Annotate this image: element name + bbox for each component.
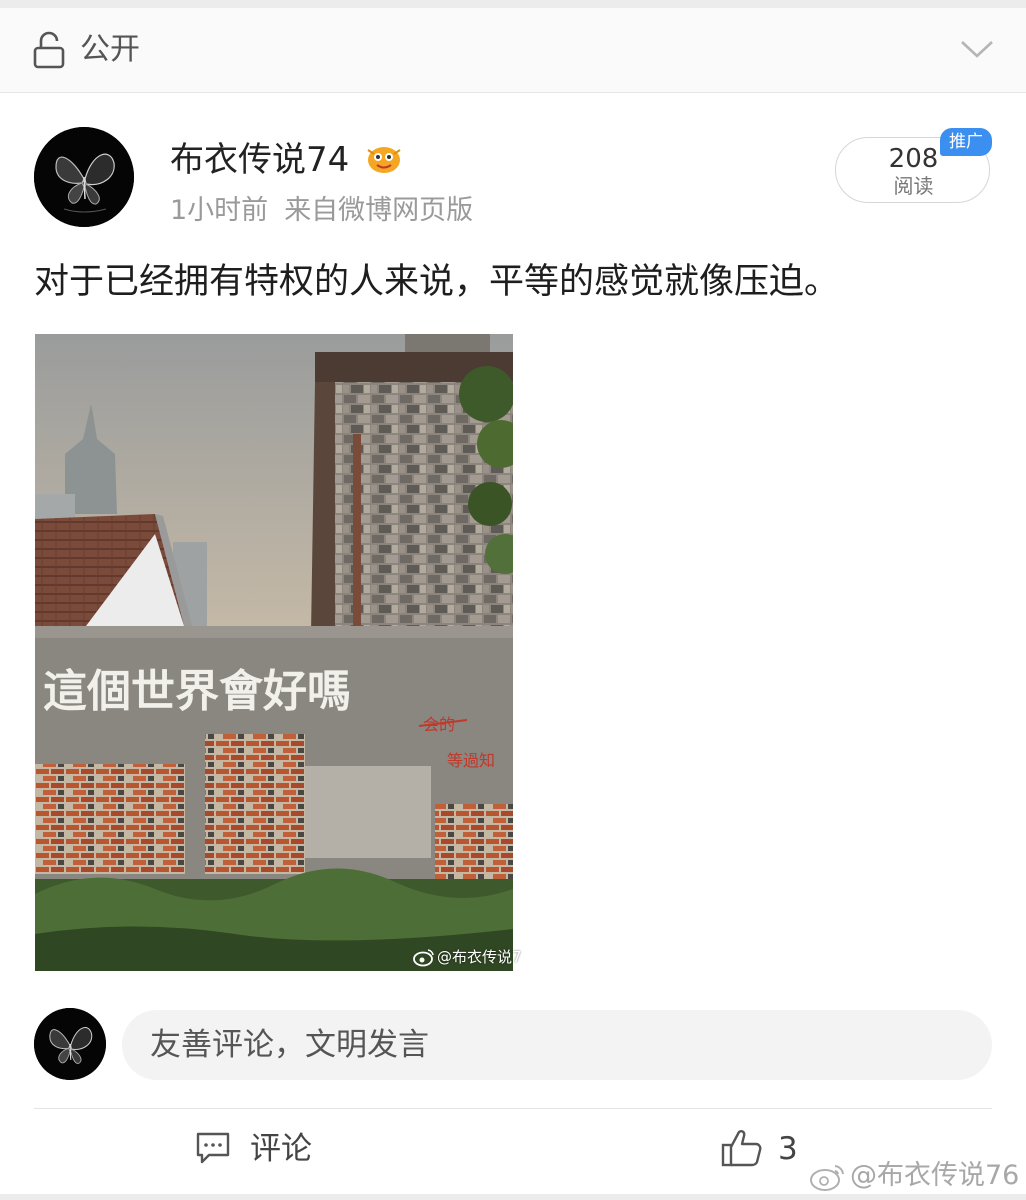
- like-button[interactable]: 3: [720, 1125, 810, 1175]
- post-meta: 1小时前 来自微博网页版: [170, 193, 473, 229]
- comment-icon: [196, 1132, 230, 1164]
- photo-scene: 這個世界會好嗎 会的 等過知: [35, 334, 513, 971]
- visibility-label: 公开: [80, 32, 140, 67]
- author-avatar[interactable]: [34, 127, 134, 227]
- post-source: 来自微博网页版: [284, 195, 474, 226]
- butterfly-image: [34, 1008, 106, 1080]
- bottom-strip: [0, 1194, 1026, 1200]
- vip-badge-icon: [367, 147, 401, 173]
- post-image[interactable]: 這個世界會好嗎 会的 等過知: [35, 334, 513, 971]
- my-avatar[interactable]: [34, 1008, 106, 1080]
- comment-button[interactable]: 评论: [195, 1125, 335, 1175]
- red-note-2: 等過知: [447, 751, 495, 770]
- divider: [34, 1108, 992, 1109]
- site-watermark: @布衣传说76: [850, 1160, 1020, 1191]
- views-label: 阅读: [893, 174, 934, 198]
- wall-graffiti: 這個世界會好嗎: [43, 666, 351, 717]
- image-watermark: @布衣传说7: [437, 948, 522, 966]
- promo-tag[interactable]: 推广: [940, 128, 992, 156]
- comment-label: 评论: [250, 1131, 312, 1167]
- post-time: 1小时前: [170, 195, 269, 226]
- comment-input[interactable]: 友善评论，文明发言: [122, 1010, 992, 1080]
- thumbs-up-icon: [721, 1130, 762, 1167]
- like-count: 3: [778, 1131, 798, 1167]
- weibo-watermark-icon: [413, 949, 434, 967]
- chevron-down-icon[interactable]: [958, 36, 996, 62]
- post-text: 对于已经拥有特权的人来说，平等的感觉就像压迫。: [34, 262, 840, 302]
- author-name[interactable]: 布衣传说74: [170, 138, 349, 182]
- butterfly-image: [34, 127, 134, 227]
- visibility-selector[interactable]: 公开: [0, 8, 1026, 93]
- lock-icon: [33, 31, 65, 69]
- top-strip: [0, 0, 1026, 8]
- weibo-logo-icon: [810, 1165, 844, 1191]
- comment-placeholder: 友善评论，文明发言: [150, 1027, 429, 1063]
